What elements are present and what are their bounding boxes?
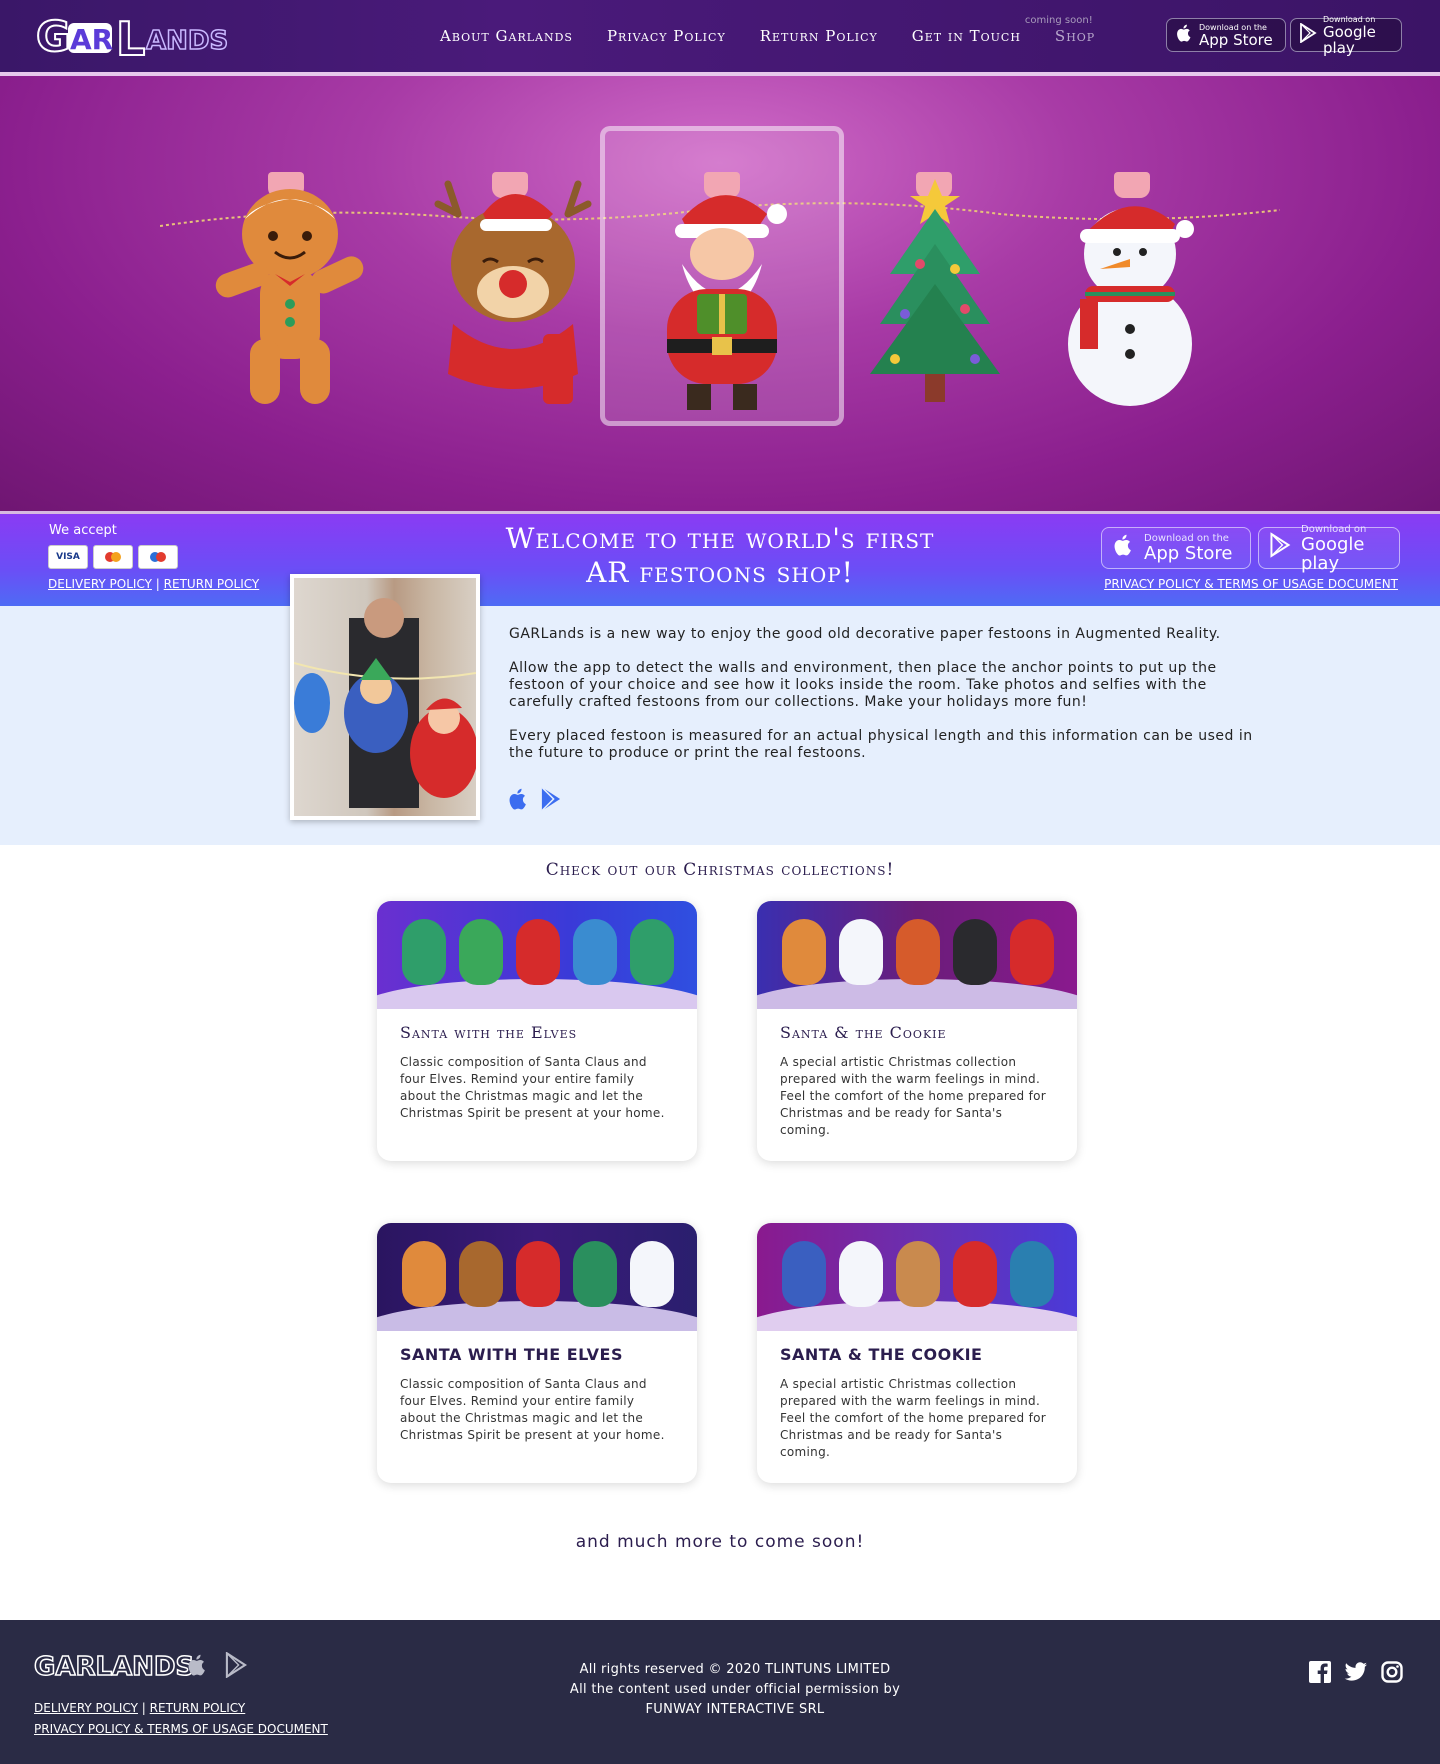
intro-text: GARLands is a new way to enjoy the good … — [509, 626, 1269, 779]
collection-card[interactable]: SANTA WITH THE ELVES Classic composition… — [377, 1223, 697, 1483]
photo-illustration — [294, 598, 476, 808]
apple-icon[interactable] — [186, 1652, 208, 1684]
footer-privacy-terms-link[interactable]: PRIVACY POLICY & TERMS OF USAGE DOCUMENT — [34, 1722, 328, 1736]
band-google-play-main: Google play — [1301, 533, 1365, 574]
social-links — [1308, 1660, 1404, 1684]
logo-graphic: G AR L ANDS — [35, 11, 229, 59]
collection-title: Santa & the Cookie — [780, 1023, 947, 1042]
hero-banner — [0, 76, 1440, 512]
google-play-icon[interactable] — [224, 1651, 248, 1684]
visa-label: VISA — [56, 552, 80, 562]
reindeer-icon[interactable] — [428, 174, 598, 414]
collection-description: Classic composition of Santa Claus and f… — [400, 1377, 665, 1442]
collection-card[interactable]: Santa & the Cookie A special artistic Ch… — [757, 901, 1077, 1161]
collection-image — [377, 1223, 697, 1331]
delivery-policy-link[interactable]: DELIVERY POLICY — [48, 577, 152, 591]
intro-paragraph-1: GARLands is a new way to enjoy the good … — [509, 626, 1221, 642]
header-app-store-button[interactable]: Download on the App Store — [1166, 18, 1286, 52]
band-policy-links: DELIVERY POLICY | RETURN POLICY — [48, 577, 259, 591]
more-coming-text: and much more to come soon! — [575, 1532, 865, 1552]
nav-return[interactable]: Return Policy — [760, 27, 878, 45]
main-nav: About Garlands Privacy Policy Return Pol… — [440, 0, 1129, 72]
return-policy-link[interactable]: RETURN POLICY — [164, 577, 260, 591]
footer-logo[interactable]: GARLANDS — [33, 1651, 195, 1683]
company-line: FUNWAY INTERACTIVE SRL — [645, 1702, 825, 1717]
photo-content — [294, 578, 476, 816]
apple-icon — [1175, 23, 1193, 48]
collection-description: Classic composition of Santa Claus and f… — [400, 1055, 665, 1120]
christmas-tree-icon[interactable] — [850, 174, 1020, 414]
twitter-icon[interactable] — [1344, 1660, 1368, 1684]
band-google-play-sub: Download on — [1301, 523, 1367, 535]
google-play-icon — [1299, 21, 1317, 48]
instagram-icon[interactable] — [1380, 1660, 1404, 1684]
mastercard-icon — [93, 545, 133, 569]
google-play-icon[interactable] — [539, 786, 563, 818]
permission-line: All the content used under official perm… — [569, 1682, 901, 1697]
band-app-store-main: App Store — [1144, 543, 1233, 564]
band-privacy-link-wrap: PRIVACY POLICY & TERMS OF USAGE DOCUMENT — [1104, 577, 1398, 591]
collection-title: Santa with the Elves — [400, 1023, 578, 1042]
welcome-heading: Welcome to the world's first AR festoons… — [400, 522, 1040, 590]
band-app-store-button[interactable]: Download on the App Store — [1101, 527, 1251, 569]
intro-paragraph-3: Every placed festoon is measured for an … — [509, 728, 1253, 761]
visa-card-icon: VISA — [48, 545, 88, 569]
apple-icon — [1112, 532, 1134, 564]
nav-about[interactable]: About Garlands — [440, 27, 573, 45]
collection-title: SANTA WITH THE ELVES — [400, 1345, 623, 1364]
footer-return-policy-link[interactable]: RETURN POLICY — [150, 1701, 246, 1715]
garlands-logo[interactable]: G AR L ANDS — [34, 10, 234, 60]
privacy-terms-link[interactable]: PRIVACY POLICY & TERMS OF USAGE DOCUMENT — [1104, 577, 1398, 591]
collection-description: A special artistic Christmas collection … — [780, 1377, 1046, 1459]
svg-text:G: G — [36, 12, 70, 59]
facebook-icon[interactable] — [1308, 1660, 1332, 1684]
footer-store-icons — [186, 1651, 248, 1684]
santa-icon[interactable] — [637, 174, 807, 414]
nav-shop-label: Shop — [1054, 27, 1096, 45]
welcome-line-1: Welcome to the world's first — [505, 522, 935, 555]
welcome-line-2: AR festoons shop! — [586, 556, 854, 589]
copyright-line: All rights reserved © 2020 TLINTUNS LIMI… — [579, 1662, 891, 1677]
apple-icon[interactable] — [507, 786, 529, 818]
intro-paragraph-2: Allow the app to detect the walls and en… — [509, 660, 1217, 710]
footer-links: DELIVERY POLICY | RETURN POLICY PRIVACY … — [34, 1698, 328, 1740]
nav-privacy[interactable]: Privacy Policy — [607, 27, 726, 45]
svg-text:L: L — [116, 12, 145, 59]
ar-demo-photo — [290, 574, 480, 820]
link-separator: | — [141, 1701, 146, 1715]
header-google-play-button[interactable]: Download on Google play — [1290, 15, 1402, 56]
collection-card[interactable]: SANTA & THE COOKIE A special artistic Ch… — [757, 1223, 1077, 1483]
google-play-icon — [1269, 532, 1291, 564]
gingerbread-man-icon[interactable] — [205, 174, 375, 414]
collection-card[interactable]: Santa with the Elves Classic composition… — [377, 901, 697, 1161]
nav-shop[interactable]: coming soon! Shop — [1025, 15, 1096, 45]
footer-delivery-policy-link[interactable]: DELIVERY POLICY — [34, 1701, 138, 1715]
payment-cards: VISA — [48, 545, 178, 569]
collections-title: Check out our Christmas collections! — [545, 860, 895, 880]
band-google-play-button[interactable]: Download on Google play — [1258, 523, 1400, 573]
svg-text:AR: AR — [70, 23, 113, 56]
svg-text:ANDS: ANDS — [146, 26, 228, 56]
coming-soon-label: coming soon! — [1024, 15, 1093, 26]
collection-description: A special artistic Christmas collection … — [780, 1055, 1046, 1137]
maestro-icon — [138, 545, 178, 569]
app-store-main: App Store — [1199, 30, 1273, 49]
footer-copyright: All rights reserved © 2020 TLINTUNS LIMI… — [520, 1660, 950, 1720]
google-play-main: Google play — [1323, 22, 1376, 57]
collection-image — [377, 901, 697, 1009]
intro-store-icons — [507, 786, 563, 818]
we-accept-label: We accept — [49, 523, 117, 538]
nav-contact[interactable]: Get in Touch — [912, 27, 1021, 45]
snowman-icon[interactable] — [1045, 174, 1215, 414]
collection-title: SANTA & THE COOKIE — [780, 1345, 983, 1364]
link-separator: | — [155, 577, 160, 591]
collection-image — [757, 901, 1077, 1009]
collection-image — [757, 1223, 1077, 1331]
